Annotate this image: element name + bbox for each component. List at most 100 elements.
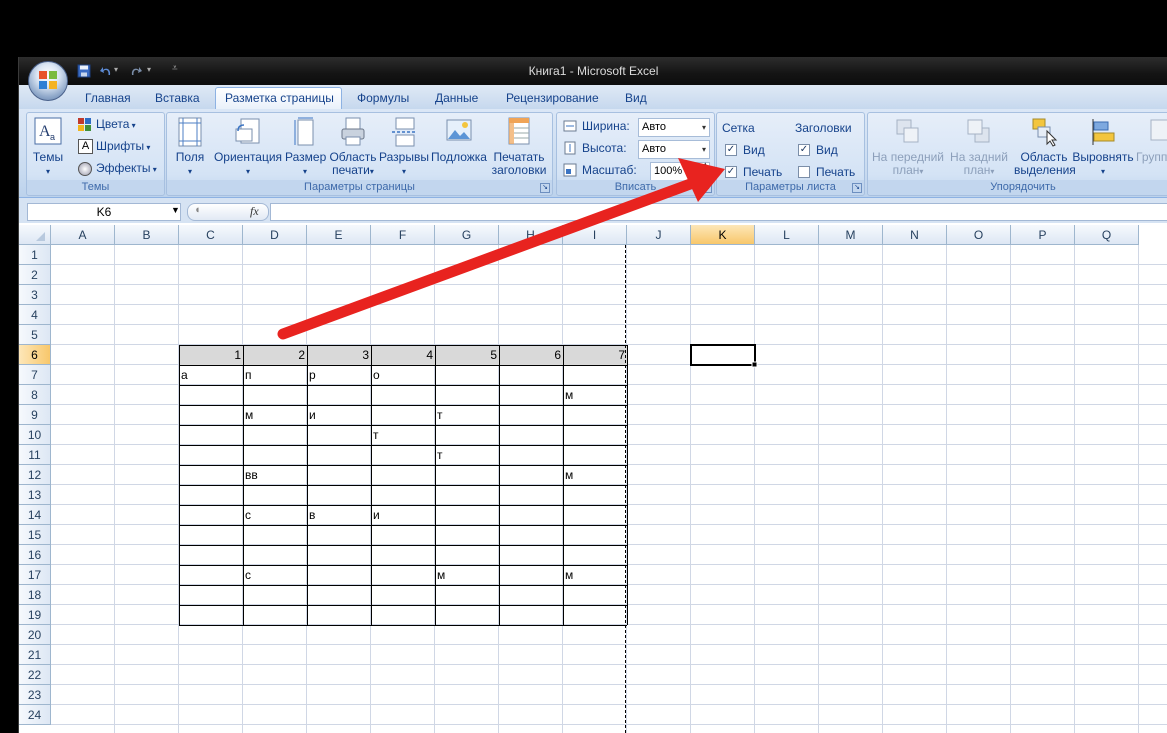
breaks-button[interactable]: Разрывы ▾ — [379, 117, 429, 178]
row-header-4[interactable]: 4 — [19, 305, 51, 325]
cell-g6[interactable]: 5 — [437, 345, 497, 365]
column-header-i[interactable]: I — [563, 225, 627, 245]
save-icon[interactable] — [77, 64, 91, 78]
resize-handle-icon[interactable]: ◖ — [194, 204, 201, 216]
row-header-7[interactable]: 7 — [19, 365, 51, 385]
row-header-5[interactable]: 5 — [19, 325, 51, 345]
column-header-j[interactable]: J — [627, 225, 691, 245]
column-header-b[interactable]: B — [115, 225, 179, 245]
cell-h6[interactable]: 6 — [501, 345, 561, 365]
theme-fonts-button[interactable]: A Шрифты ▾ — [78, 139, 150, 154]
row-header-19[interactable]: 19 — [19, 605, 51, 625]
cell-e7[interactable]: р — [309, 365, 369, 385]
tab-insert[interactable]: Вставка — [155, 91, 200, 105]
formula-input[interactable] — [270, 203, 1167, 221]
cell-e14[interactable]: в — [309, 505, 369, 525]
cell-f6[interactable]: 4 — [373, 345, 433, 365]
cell-g17[interactable]: м — [437, 565, 497, 585]
print-area-button[interactable]: Область печати▾ — [327, 117, 379, 178]
column-header-o[interactable]: O — [947, 225, 1011, 245]
cell-d12[interactable]: вв — [245, 465, 305, 485]
row-header-18[interactable]: 18 — [19, 585, 51, 605]
tab-page-layout[interactable]: Разметка страницы — [225, 91, 334, 105]
row-header-17[interactable]: 17 — [19, 565, 51, 585]
tab-home[interactable]: Главная — [85, 91, 131, 105]
send-backward-button[interactable]: На задний план▾ — [946, 117, 1012, 178]
tab-view[interactable]: Вид — [625, 91, 647, 105]
scale-spinner-arrows-icon[interactable]: ▴ ▾ — [703, 160, 707, 178]
insert-function-icon[interactable]: fx — [250, 204, 259, 219]
tab-data[interactable]: Данные — [435, 91, 478, 105]
name-box-dropdown-icon[interactable]: ▼ — [171, 205, 180, 215]
gridlines-print-checkbox[interactable]: ✓ — [725, 166, 737, 178]
row-header-21[interactable]: 21 — [19, 645, 51, 665]
worksheet-grid[interactable]: A B C D E F G H I J K L M N O P Q 1 2 3 4 5 6 7 8 9 10 11 12 13 14 15 16… — [19, 225, 1167, 733]
row-header-16[interactable]: 16 — [19, 545, 51, 565]
row-header-1[interactable]: 1 — [19, 245, 51, 265]
row-header-9[interactable]: 9 — [19, 405, 51, 425]
margins-button[interactable]: Поля ▾ — [171, 117, 209, 178]
column-header-m[interactable]: M — [819, 225, 883, 245]
cell-c6[interactable]: 1 — [181, 345, 241, 365]
cell-c7[interactable]: а — [181, 365, 241, 385]
column-header-k[interactable]: K — [691, 225, 755, 245]
undo-icon[interactable] — [99, 64, 113, 78]
row-header-8[interactable]: 8 — [19, 385, 51, 405]
cell-f14[interactable]: и — [373, 505, 433, 525]
height-select[interactable]: Авто ▾ — [638, 140, 710, 159]
cell-g11[interactable]: т — [437, 445, 497, 465]
name-box[interactable]: K6 — [27, 203, 181, 221]
cell-d17[interactable]: с — [245, 565, 305, 585]
row-header-11[interactable]: 11 — [19, 445, 51, 465]
column-header-n[interactable]: N — [883, 225, 947, 245]
column-header-p[interactable]: P — [1011, 225, 1075, 245]
row-header-3[interactable]: 3 — [19, 285, 51, 305]
cell-d7[interactable]: п — [245, 365, 305, 385]
selection-pane-button[interactable]: Область выделения — [1014, 117, 1076, 177]
width-select[interactable]: Авто ▾ — [638, 118, 710, 137]
background-button[interactable]: Подложка — [431, 117, 487, 164]
redo-dropdown-icon[interactable]: ▾ — [147, 65, 151, 74]
themes-button[interactable]: Aa Темы ▾ — [30, 117, 66, 178]
bring-forward-button[interactable]: На передний план▾ — [870, 117, 946, 178]
page-setup-launcher-icon[interactable]: ↘ — [540, 183, 550, 193]
redo-icon[interactable] — [129, 64, 143, 78]
row-header-12[interactable]: 12 — [19, 465, 51, 485]
cell-d9[interactable]: м — [245, 405, 305, 425]
column-header-a[interactable]: A — [51, 225, 115, 245]
column-header-c[interactable]: C — [179, 225, 243, 245]
fill-handle[interactable] — [751, 361, 758, 368]
theme-effects-button[interactable]: Эффекты ▾ — [78, 161, 157, 176]
column-header-d[interactable]: D — [243, 225, 307, 245]
cell-i8[interactable]: м — [565, 385, 625, 405]
headings-view-checkbox[interactable]: ✓ — [798, 144, 810, 156]
cell-f10[interactable]: т — [373, 425, 433, 445]
office-button[interactable] — [28, 61, 68, 101]
print-titles-button[interactable]: Печатать заголовки — [489, 117, 549, 177]
orientation-button[interactable]: Ориентация ▾ — [213, 117, 283, 178]
tab-review[interactable]: Рецензирование — [506, 91, 599, 105]
undo-dropdown-icon[interactable]: ▾ — [114, 65, 118, 74]
cell-d6[interactable]: 2 — [245, 345, 305, 365]
column-header-g[interactable]: G — [435, 225, 499, 245]
gridlines-view-checkbox[interactable]: ✓ — [725, 144, 737, 156]
row-header-23[interactable]: 23 — [19, 685, 51, 705]
column-header-l[interactable]: L — [755, 225, 819, 245]
group-button[interactable]: Группи — [1136, 117, 1167, 164]
cell-d14[interactable]: с — [245, 505, 305, 525]
cell-f7[interactable]: о — [373, 365, 433, 385]
scale-spinner[interactable]: 100% ▴ ▾ — [650, 160, 710, 181]
row-header-6[interactable]: 6 — [19, 345, 51, 365]
sheet-options-launcher-icon[interactable]: ↘ — [852, 183, 862, 193]
cell-i6[interactable]: 7 — [565, 345, 625, 365]
row-header-22[interactable]: 22 — [19, 665, 51, 685]
row-header-24[interactable]: 24 — [19, 705, 51, 725]
cell-g9[interactable]: т — [437, 405, 497, 425]
align-button[interactable]: Выровнять ▾ — [1070, 117, 1136, 178]
row-header-14[interactable]: 14 — [19, 505, 51, 525]
size-button[interactable]: Размер ▾ — [285, 117, 326, 178]
scale-to-fit-launcher-icon[interactable]: ↘ — [702, 183, 712, 193]
tab-formulas[interactable]: Формулы — [357, 91, 409, 105]
row-header-20[interactable]: 20 — [19, 625, 51, 645]
headings-print-checkbox[interactable] — [798, 166, 810, 178]
